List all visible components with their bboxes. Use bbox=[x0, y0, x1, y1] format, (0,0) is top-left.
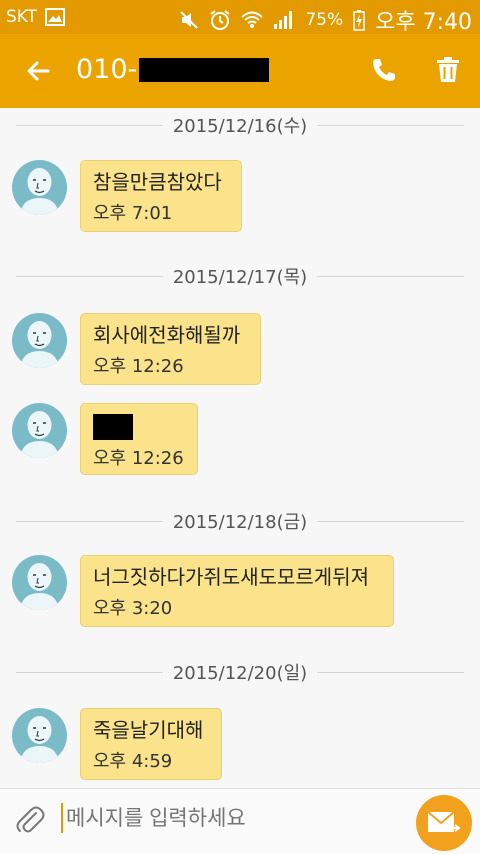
battery-charging-icon bbox=[353, 10, 365, 31]
contact-number-prefix: 010- bbox=[76, 54, 138, 85]
redacted-text bbox=[93, 413, 133, 440]
date-separator: 2015/12/17(목) bbox=[16, 261, 465, 291]
trash-icon[interactable] bbox=[434, 56, 462, 84]
clock: 오후 7:40 bbox=[375, 10, 472, 35]
date-separator: 2015/12/18(금) bbox=[16, 506, 465, 536]
carrier-label: SKT bbox=[6, 7, 38, 27]
divider bbox=[16, 671, 163, 673]
app-bar: 010- bbox=[0, 34, 480, 108]
message-bubble[interactable]: 오후 12:26 bbox=[80, 403, 198, 475]
alarm-icon bbox=[210, 10, 230, 30]
mute-icon bbox=[180, 11, 199, 29]
avatar[interactable] bbox=[12, 708, 67, 763]
contact-title: 010- bbox=[76, 54, 270, 85]
text-cursor bbox=[61, 803, 63, 833]
message-bubble[interactable]: 참을만큼참았다 오후 7:01 bbox=[80, 160, 242, 232]
message-bubble[interactable]: 회사에전화해될까 오후 12:26 bbox=[80, 313, 261, 385]
date-separator: 2015/12/16(수) bbox=[16, 110, 465, 140]
divider bbox=[16, 275, 163, 277]
status-right: 75% 오후 7:40 bbox=[179, 4, 472, 36]
person-icon bbox=[20, 168, 59, 215]
date-separator: 2015/12/20(일) bbox=[16, 657, 465, 687]
message-text bbox=[93, 412, 185, 440]
battery-percent: 75% bbox=[305, 10, 344, 30]
send-button[interactable] bbox=[416, 795, 472, 851]
message-text: 죽을날기대해 bbox=[93, 718, 204, 742]
date-label: 2015/12/16(수) bbox=[172, 116, 308, 137]
divider bbox=[317, 520, 465, 522]
status-bar: SKT 75% 오후 7:40 bbox=[0, 0, 480, 36]
avatar[interactable] bbox=[12, 313, 67, 368]
date-label: 2015/12/18(금) bbox=[172, 512, 308, 533]
date-label: 2015/12/20(일) bbox=[172, 663, 308, 684]
person-icon bbox=[20, 411, 59, 458]
message-bubble[interactable]: 죽을날기대해 오후 4:59 bbox=[80, 708, 222, 780]
message-text: 회사에전화해될까 bbox=[93, 323, 241, 347]
paperclip-icon[interactable] bbox=[14, 805, 46, 837]
divider bbox=[317, 275, 465, 277]
person-icon bbox=[20, 563, 59, 610]
status-left: SKT bbox=[6, 7, 66, 27]
message-time: 오후 3:20 bbox=[93, 598, 173, 619]
message-time: 오후 12:26 bbox=[93, 447, 184, 469]
message-text: 참을만큼참았다 bbox=[93, 170, 222, 194]
message-input[interactable] bbox=[64, 803, 398, 835]
divider bbox=[317, 124, 465, 126]
conversation-list[interactable]: 2015/12/16(수) 참을만큼참았다 오후 7:01 2015/12/17… bbox=[0, 108, 480, 788]
message-time: 오후 4:59 bbox=[93, 751, 173, 772]
phone-icon[interactable] bbox=[370, 56, 398, 84]
gallery-icon bbox=[45, 8, 66, 26]
wifi-icon bbox=[241, 11, 263, 28]
person-icon bbox=[20, 321, 59, 368]
divider bbox=[317, 671, 465, 673]
message-time: 오후 7:01 bbox=[93, 203, 173, 224]
divider bbox=[16, 124, 163, 126]
divider bbox=[16, 520, 163, 522]
avatar[interactable] bbox=[12, 403, 67, 458]
signal-icon bbox=[274, 11, 293, 29]
date-label: 2015/12/17(목) bbox=[172, 267, 308, 288]
message-bubble[interactable]: 너그짓하다가쥐도새도모르게뒤져 오후 3:20 bbox=[80, 555, 394, 627]
send-mail-icon bbox=[427, 811, 461, 832]
message-composer bbox=[0, 788, 480, 854]
avatar[interactable] bbox=[12, 160, 67, 215]
back-arrow-icon[interactable] bbox=[22, 55, 54, 87]
message-time: 오후 12:26 bbox=[93, 356, 184, 377]
message-text: 너그짓하다가쥐도새도모르게뒤져 bbox=[93, 565, 369, 589]
person-icon bbox=[20, 716, 59, 763]
avatar[interactable] bbox=[12, 555, 67, 610]
redacted-number bbox=[139, 57, 270, 82]
